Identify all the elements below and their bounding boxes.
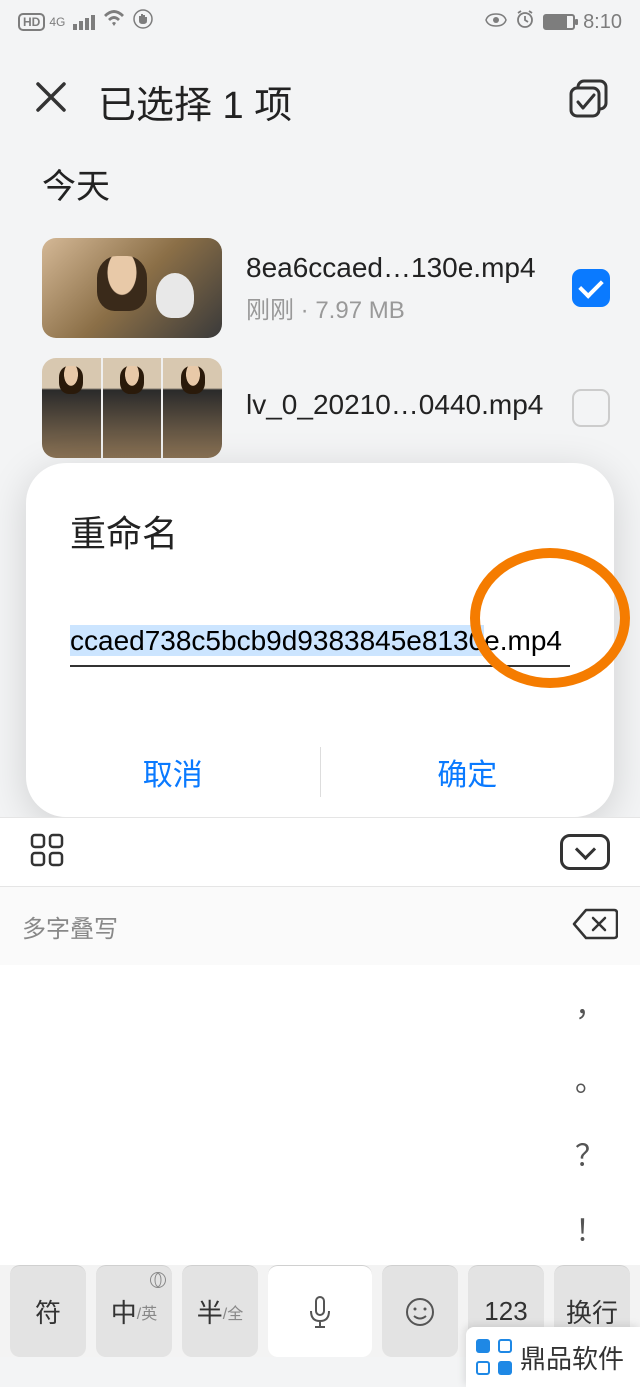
key-space[interactable] bbox=[268, 1265, 372, 1357]
file-name: lv_0_20210…0440.mp4 bbox=[246, 389, 548, 421]
confirm-button[interactable]: 确定 bbox=[321, 727, 615, 817]
key-exclaim[interactable]: ！ bbox=[540, 1190, 640, 1265]
smile-icon bbox=[405, 1297, 435, 1327]
backspace-icon[interactable] bbox=[572, 907, 618, 946]
rename-input[interactable]: ccaed738c5bcb9d9383845e8130e.mp4 bbox=[70, 617, 570, 667]
hand-icon bbox=[133, 9, 153, 35]
watermark-text: 鼎品软件 bbox=[520, 1339, 624, 1376]
key-question[interactable]: ？ bbox=[540, 1115, 640, 1190]
select-all-icon[interactable] bbox=[568, 78, 610, 125]
key-symbols[interactable]: 符 bbox=[10, 1265, 86, 1357]
key-period[interactable]: 。 bbox=[540, 1040, 640, 1115]
file-item[interactable]: lv_0_20210…0440.mp4 bbox=[0, 348, 640, 468]
key-halfwidth[interactable]: 半/全 bbox=[182, 1265, 258, 1357]
file-name: 8ea6ccaed…130e.mp4 bbox=[246, 252, 548, 284]
suggestion-bar: 多字叠写 bbox=[0, 887, 640, 965]
collapse-keyboard-icon[interactable] bbox=[560, 834, 610, 870]
file-checkbox[interactable] bbox=[572, 389, 610, 427]
video-thumbnail bbox=[42, 358, 222, 458]
input-extension: e.mp4 bbox=[484, 625, 562, 656]
cancel-button[interactable]: 取消 bbox=[26, 727, 320, 817]
network-gen: 4G bbox=[49, 15, 65, 29]
selection-header: 已选择 1 项 bbox=[0, 44, 640, 149]
grid-icon[interactable] bbox=[30, 833, 64, 872]
signal-icon bbox=[73, 15, 95, 30]
status-bar: HD 4G 8:10 bbox=[0, 0, 640, 44]
dialog-title: 重命名 bbox=[26, 505, 614, 557]
close-icon[interactable] bbox=[34, 80, 68, 124]
suggest-label: 多字叠写 bbox=[22, 909, 118, 944]
key-language[interactable]: 中/英 bbox=[96, 1265, 172, 1357]
watermark: 鼎品软件 bbox=[466, 1327, 640, 1387]
globe-icon bbox=[150, 1272, 166, 1288]
key-emoji[interactable] bbox=[382, 1265, 458, 1357]
eye-icon bbox=[485, 11, 507, 34]
handwriting-area[interactable]: ， 。 ？ ！ bbox=[0, 965, 640, 1265]
input-selection: ccaed738c5bcb9d9383845e8130 bbox=[70, 625, 484, 656]
page-title: 已选择 1 项 bbox=[98, 74, 292, 129]
battery-icon bbox=[543, 14, 575, 30]
alarm-icon bbox=[515, 9, 535, 35]
file-item[interactable]: 8ea6ccaed…130e.mp4 刚刚 · 7.97 MB bbox=[0, 228, 640, 348]
key-comma[interactable]: ， bbox=[540, 965, 640, 1040]
keyboard-toolbar bbox=[0, 817, 640, 887]
wifi-icon bbox=[103, 10, 125, 34]
video-thumbnail bbox=[42, 238, 222, 338]
file-checkbox[interactable] bbox=[572, 269, 610, 307]
section-today: 今天 bbox=[0, 149, 640, 228]
clock-time: 8:10 bbox=[583, 11, 622, 34]
rename-dialog: 重命名 ccaed738c5bcb9d9383845e8130e.mp4 取消 … bbox=[26, 463, 614, 817]
mic-icon bbox=[306, 1293, 334, 1331]
watermark-logo-icon bbox=[476, 1339, 512, 1375]
hd-icon: HD bbox=[18, 13, 45, 31]
file-meta: 刚刚 · 7.97 MB bbox=[246, 290, 548, 325]
